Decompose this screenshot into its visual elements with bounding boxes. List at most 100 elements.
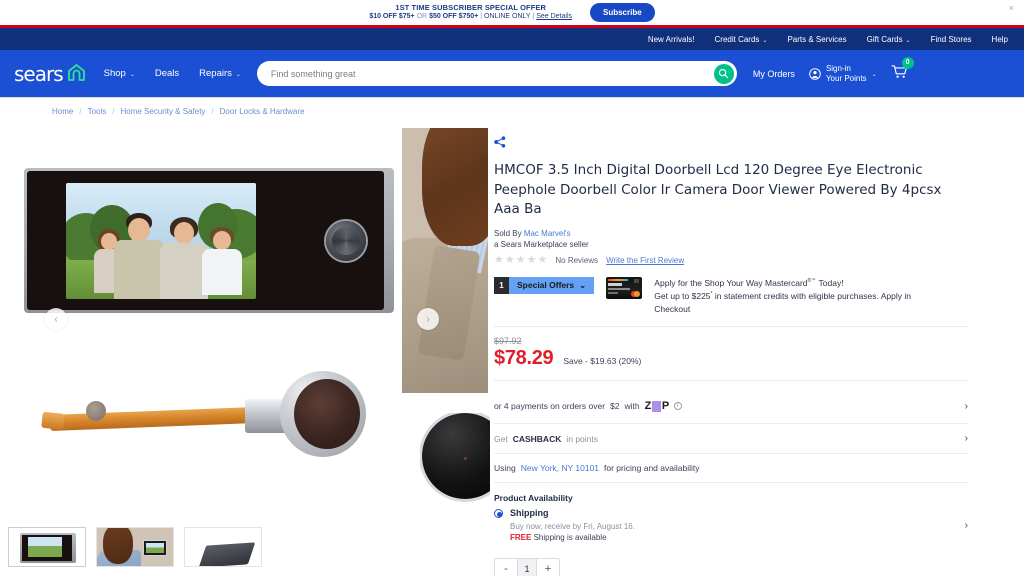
utilnav-label: New Arrivals! — [647, 34, 695, 44]
chevron-right-icon: › — [964, 400, 968, 412]
promo-text: 1ST TIME SUBSCRIBER SPECIAL OFFER $10 OF… — [369, 2, 572, 22]
offers-count-badge: 1 — [494, 276, 509, 294]
thumbnail-person-at-door[interactable] — [96, 527, 174, 567]
write-review-link[interactable]: Write the First Review — [606, 256, 684, 265]
promo-or: OR — [416, 13, 428, 21]
subscribe-button[interactable]: Subscribe — [590, 3, 655, 22]
nav-label: Deals — [154, 68, 180, 79]
promo-headline: 1ST TIME SUBSCRIBER SPECIAL OFFER — [395, 2, 546, 12]
search-button[interactable] — [713, 63, 734, 84]
utilnav-label: Gift Cards — [866, 34, 903, 44]
sign-in-text: Sign-in Your Points — [826, 64, 867, 82]
star-icon: ★ — [494, 253, 504, 266]
star-icon: ★ — [515, 253, 526, 266]
breadcrumb-item-home[interactable]: Home — [52, 107, 73, 116]
savings-text: Save - $19.63 (20%) — [563, 356, 642, 367]
zip-suffix: with — [624, 401, 640, 412]
offers-copy-line2: Get up to $225 — [654, 290, 711, 301]
shipping-free-note: FREE Shipping is available — [510, 533, 635, 542]
nav-item-repairs[interactable]: Repairs ⌄ — [199, 68, 241, 79]
product-info-panel: HMCOF 3.5 Inch Digital Doorbell Lcd 120 … — [490, 123, 1024, 576]
shipping-radio-group: Shipping Buy now, receive by Fri, August… — [494, 508, 635, 542]
star-rating[interactable]: ★ ★ ★ ★ ★ — [494, 253, 547, 266]
product-gallery: ‹ › — [0, 123, 490, 576]
my-orders-link[interactable]: My Orders — [753, 69, 795, 79]
cashback-row[interactable]: Get CASHBACK in points › — [494, 424, 968, 455]
promo-amount-1: $10 OFF $75+ — [369, 13, 415, 21]
sold-by-line: Sold By Mac Marvel's — [494, 229, 968, 238]
no-reviews-label: No Reviews — [555, 255, 599, 265]
special-offers-row: 1 Special Offers ⌄ Apply for the Shop Yo… — [494, 276, 968, 328]
promo-separator-1: | — [480, 13, 483, 21]
utilnav-item-parts-services[interactable]: Parts & Services — [787, 35, 846, 44]
location-row: Using New York, NY 10101 for pricing and… — [494, 454, 968, 484]
breadcrumb-separator: / — [211, 107, 214, 116]
zip-amount: $2 — [610, 401, 620, 412]
chevron-down-icon: ⌄ — [905, 37, 911, 44]
cashback-row-text: Get CASHBACK in points — [494, 434, 598, 444]
product-tertiary-image[interactable] — [420, 413, 490, 508]
promo-online-only: ONLINE ONLY — [484, 13, 531, 21]
product-secondary-image[interactable] — [402, 128, 488, 393]
cart-count-badge: 0 — [901, 56, 914, 69]
breadcrumb-item-door-locks[interactable]: Door Locks & Hardware — [220, 107, 305, 116]
zip-payments-row[interactable]: or 4 payments on orders over $2 with ZP … — [494, 389, 968, 425]
breadcrumb-item-tools[interactable]: Tools — [88, 107, 107, 116]
utility-nav: New Arrivals! Credit Cards ⌄ Parts & Ser… — [0, 28, 1024, 50]
shipping-label: Shipping — [510, 508, 549, 519]
gallery-prev-button[interactable]: ‹ — [45, 308, 67, 330]
current-price: $78.29 — [494, 347, 554, 370]
breadcrumb-item-home-security[interactable]: Home Security & Safety — [121, 107, 206, 116]
thumbnail-device-angled[interactable] — [184, 527, 262, 567]
special-offers-button[interactable]: 1 Special Offers ⌄ — [494, 276, 595, 294]
gallery-next-button[interactable]: › — [417, 308, 439, 330]
location-suffix: for pricing and availability — [604, 463, 700, 474]
your-points-label: Your Points — [825, 73, 867, 83]
marketplace-note: a Sears Marketplace seller — [494, 239, 589, 249]
user-account-icon — [809, 67, 821, 80]
shipping-option-row[interactable]: Shipping Buy now, receive by Fri, August… — [494, 508, 968, 542]
shipping-radio[interactable] — [494, 509, 503, 519]
offers-copy-line1: Apply for the Shop Your Way Mastercard — [654, 277, 808, 288]
nav-item-shop[interactable]: Shop ⌄ — [104, 68, 135, 79]
header-actions: My Orders Sign-in Your Points ⌄ 0 — [753, 56, 914, 84]
see-details-link[interactable]: See Details — [536, 13, 572, 20]
chevron-down-icon: ⌄ — [129, 72, 135, 78]
search-input[interactable] — [270, 68, 714, 79]
device-screen — [66, 183, 256, 299]
thumbnail-device-front[interactable] — [8, 527, 86, 567]
promo-amount-2: $50 OFF $750+ — [429, 13, 479, 21]
sign-in-menu[interactable]: Sign-in Your Points ⌄ — [809, 64, 877, 83]
utilnav-item-help[interactable]: Help — [992, 35, 1008, 44]
utilnav-item-gift-cards[interactable]: Gift Cards ⌄ — [867, 35, 911, 44]
seller-link[interactable]: Mac Marvel's — [524, 229, 571, 238]
zip-logo: ZP — [644, 400, 670, 413]
change-location-link[interactable]: New York, NY 10101 — [521, 463, 599, 473]
nav-label: Repairs — [199, 68, 232, 79]
utilnav-label: Credit Cards — [714, 34, 760, 44]
utilnav-label: Find Stores — [930, 34, 972, 44]
zip-prefix: or 4 payments on orders over — [494, 401, 606, 412]
info-icon[interactable]: i — [673, 402, 682, 411]
close-icon[interactable]: × — [1009, 4, 1014, 13]
utilnav-item-new-arrivals[interactable]: New Arrivals! — [648, 35, 695, 44]
free-rest: Shipping is available — [533, 533, 607, 543]
quantity-increase-button[interactable]: + — [537, 559, 559, 576]
share-icon[interactable] — [494, 135, 506, 153]
my-orders-label: My Orders — [752, 68, 795, 79]
quantity-decrease-button[interactable]: - — [495, 559, 517, 576]
breadcrumb-separator: / — [112, 107, 115, 116]
quantity-value[interactable]: 1 — [517, 559, 537, 576]
utilnav-item-credit-cards[interactable]: Credit Cards ⌄ — [715, 35, 768, 44]
availability-heading: Product Availability — [494, 493, 573, 504]
cashback-prefix: Get — [494, 433, 508, 444]
utilnav-item-find-stores[interactable]: Find Stores — [931, 35, 972, 44]
location-prefix: Using — [494, 463, 516, 474]
nav-item-deals[interactable]: Deals — [155, 68, 179, 79]
chevron-down-icon: ⌄ — [235, 72, 241, 78]
breadcrumb-separator: / — [79, 107, 82, 116]
sears-logo[interactable]: sears — [14, 62, 86, 86]
star-icon: ★ — [504, 253, 515, 266]
cart-button[interactable]: 0 — [891, 56, 914, 84]
sears-house-icon — [67, 63, 86, 81]
